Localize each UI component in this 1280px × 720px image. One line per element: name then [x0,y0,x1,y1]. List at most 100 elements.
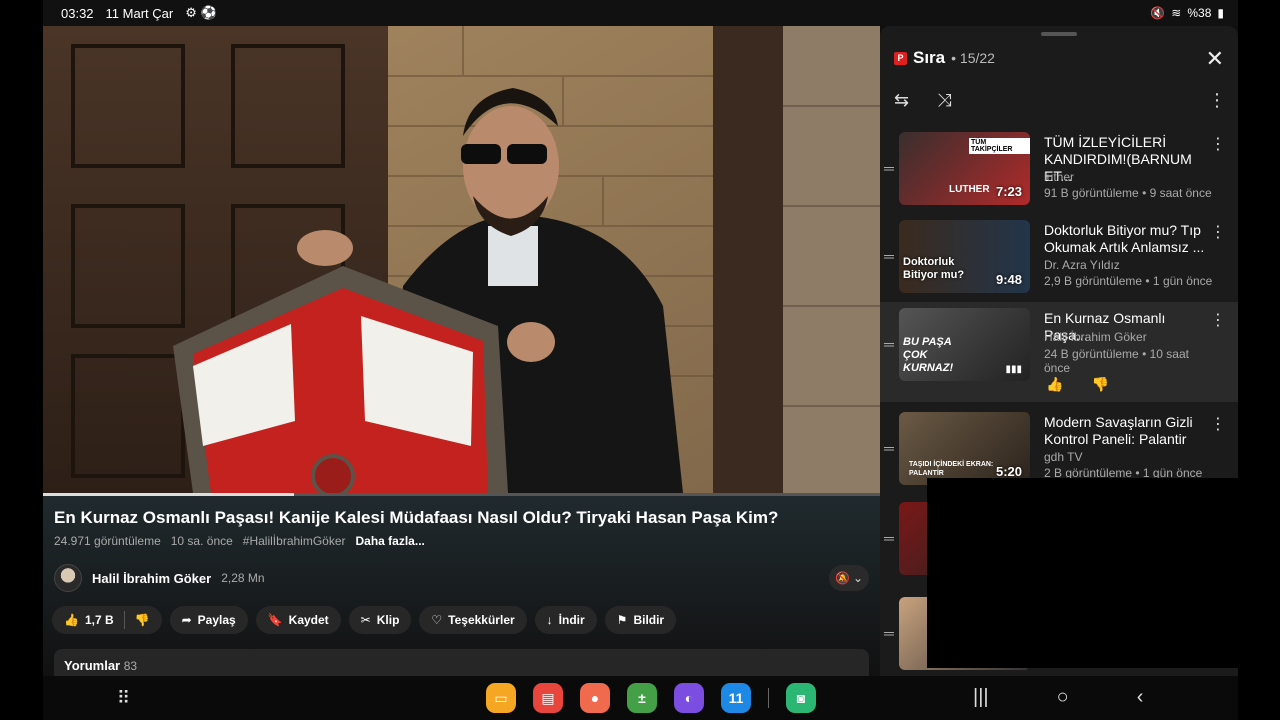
video-thumbnail[interactable]: Doktorluk Bitiyor mu? 9:48 [899,220,1030,293]
reorder-icon[interactable]: ═ [884,336,894,352]
channel-avatar[interactable] [54,564,82,592]
dock-divider [768,688,769,708]
status-icons: ⚙ ⚽ [185,5,217,20]
app-dock: ▭ ▤ ● ± ◐ 11 ◙ [486,683,816,713]
item-menu-icon[interactable]: ⋮ [1210,414,1226,434]
queue-item-meta: 2,9 B görüntüleme • 1 gün önce [1044,274,1213,288]
mute-icon: 🔇 [1150,6,1166,20]
queue-position: • 15/22 [951,50,995,66]
video-frame [43,26,880,493]
calculator-app-icon[interactable]: ± [627,683,657,713]
more-options-icon[interactable]: ⋮ [1208,90,1226,111]
queue-item-meta: 91 B görüntüleme • 9 saat önce [1044,186,1212,200]
queue-title: Sıra [913,48,946,67]
subscriber-count: 2,28 Mn [221,571,265,585]
home-icon[interactable]: ○ [1057,686,1069,709]
queue-item-channel: gdh TV [1044,450,1083,464]
save-button[interactable]: 🔖 Kaydet [255,606,341,634]
dislike-icon[interactable]: 👎 [135,613,150,627]
queue-item-current[interactable]: ═ BU PAŞA ÇOK KURNAZ! ▮▮▮ En Kurnaz Osma… [880,302,1238,402]
comments-section[interactable]: Yorumlar 83 [54,649,869,679]
heart-icon: ♡ [431,613,443,627]
video-thumbnail[interactable]: TAŞIDI İÇİNDEKİ EKRAN: PALANTİR 5:20 [899,412,1030,485]
recents-icon[interactable]: ||| [973,686,989,709]
video-duration: 7:23 [995,184,1022,199]
queue-item-title: Modern Savaşların Gizli Kontrol Paneli: … [1044,414,1193,447]
thumbnail-text: TAŞIDI İÇİNDEKİ EKRAN: PALANTİR [909,461,994,477]
download-button[interactable]: ↓ İndir [534,606,597,634]
reorder-icon[interactable]: ═ [884,160,894,176]
queue-item-meta: 24 B görüntüleme • 10 saat önce [1044,347,1189,375]
reorder-icon[interactable]: ═ [884,248,894,264]
comments-count: 83 [123,659,138,673]
download-label: İndir [558,613,585,627]
like-icon[interactable]: 👍 [64,613,79,627]
thumbnail-text: LUTHER [949,184,990,195]
video-thumbnail[interactable]: BU PAŞA ÇOK KURNAZ! ▮▮▮ [899,308,1030,381]
video-thumbnail[interactable]: TÜM TAKİPÇİLER LUTHER 7:23 [899,132,1030,205]
wifi-icon: ≋ [1171,6,1182,20]
rating-buttons: 👍 👎 [1046,376,1109,393]
queue-item-title: Doktorluk Bitiyor mu? Tıp Okumak Artık A… [1044,222,1205,255]
item-menu-icon[interactable]: ⋮ [1210,134,1226,154]
calendar-app-icon[interactable]: 11 [721,683,751,713]
like-count[interactable]: 1,7 B [85,613,114,627]
show-more-link[interactable]: Daha fazla... [356,534,425,548]
shuffle-icon[interactable]: ⤨ [937,90,951,111]
reorder-icon[interactable]: ═ [884,530,894,546]
like-icon[interactable]: 👍 [1046,376,1063,393]
hashtag-link[interactable]: #HalilİbrahimGöker [243,534,346,548]
system-nav-buttons: ||| ○ ‹ [973,686,1143,709]
internet-app-icon[interactable]: ◐ [674,683,704,713]
close-icon[interactable]: ✕ [1206,46,1224,72]
item-menu-icon[interactable]: ⋮ [1210,222,1226,242]
queue-item-channel: Dr. Azra Yıldız [1044,258,1120,272]
comments-label: Yorumlar [64,658,121,673]
bell-off-icon: 🔕 [834,571,850,585]
video-duration: 9:48 [995,272,1022,287]
video-meta: 24.971 görüntüleme 10 sa. önce #Halilİbr… [54,534,425,548]
report-label: Bildir [633,613,665,627]
share-icon: ➦ [181,613,192,627]
video-duration: 5:20 [995,464,1022,479]
scissors-icon: ✂ [360,613,371,627]
share-label: Paylaş [197,613,236,627]
queue-tools: ⇆ ⤨ [894,90,952,111]
bookmark-icon: 🔖 [267,613,283,627]
queue-item[interactable]: ═ Doktorluk Bitiyor mu? 9:48 Doktorluk B… [880,214,1238,302]
share-button[interactable]: ➦ Paylaş [169,606,248,634]
dislike-icon[interactable]: 👎 [1091,376,1108,393]
thumbnail-text: BU PAŞA ÇOK KURNAZ! [903,336,954,374]
repeat-icon[interactable]: ⇆ [894,90,909,111]
clip-label: Klip [376,613,400,627]
status-bar: 03:32 11 Mart Çar ⚙ ⚽ 🔇 ≋ %38 ▮ [43,0,1238,26]
back-icon[interactable]: ‹ [1137,686,1144,709]
files-app-icon[interactable]: ▭ [486,683,516,713]
thanks-button[interactable]: ♡ Teşekkürler [419,606,527,634]
item-menu-icon[interactable]: ⋮ [1210,310,1226,330]
queue-item-channel: Halil İbrahim Göker [1044,330,1147,344]
queue-item[interactable]: ═ TÜM TAKİPÇİLER LUTHER 7:23 TÜM İZLEYİC… [880,126,1238,214]
video-title[interactable]: En Kurnaz Osmanlı Paşası! Kanije Kalesi … [54,508,778,528]
blank-overlay [927,478,1238,668]
video-player[interactable] [43,26,880,493]
contacts-app-icon[interactable]: ● [580,683,610,713]
reorder-icon[interactable]: ═ [884,440,894,456]
report-button[interactable]: ⚑ Bildir [604,606,677,634]
queue-header: P Sıra • 15/22 [894,48,995,68]
thanks-label: Teşekkürler [448,613,515,627]
save-label: Kaydet [288,613,329,627]
clip-button[interactable]: ✂ Klip [348,606,412,634]
drag-handle[interactable] [1041,32,1077,36]
battery-icon: ▮ [1217,6,1224,20]
action-bar: 👍 1,7 B 👎 ➦ Paylaş 🔖 Kaydet ✂ Klip ♡ Teş… [52,606,677,634]
like-dislike-group: 👍 1,7 B 👎 [52,606,162,634]
thumbnail-tag: TÜM TAKİPÇİLER [969,138,1030,154]
channel-name[interactable]: Halil İbrahim Göker [92,571,211,586]
recent-app-icon[interactable]: ◙ [786,683,816,713]
app-drawer-icon[interactable]: ⠿ [117,688,130,709]
notification-bell-button[interactable]: 🔕 ⌄ [829,565,869,591]
flag-icon: ⚑ [616,613,628,627]
notes-app-icon[interactable]: ▤ [533,683,563,713]
reorder-icon[interactable]: ═ [884,625,894,641]
